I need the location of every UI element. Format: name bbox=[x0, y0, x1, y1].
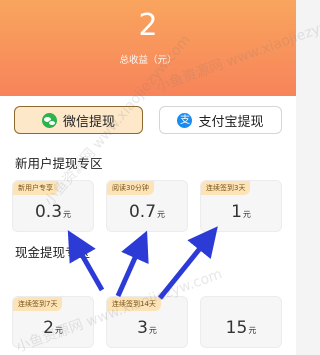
withdraw-option-card[interactable]: 新用户专享 0.3元 bbox=[12, 180, 94, 232]
withdraw-option-card[interactable]: 15元 bbox=[200, 296, 282, 348]
withdraw-amount: 0.3元 bbox=[34, 202, 72, 222]
withdraw-amount: 3元 bbox=[137, 318, 157, 338]
wechat-icon bbox=[41, 112, 57, 128]
withdraw-option-card[interactable]: 连续签到7天 2元 bbox=[12, 296, 94, 348]
tab-alipay-withdraw[interactable]: 支 支付宝提现 bbox=[159, 106, 282, 134]
total-earnings-value: 2 bbox=[138, 8, 158, 43]
earnings-header: 2 总收益（元） bbox=[0, 0, 296, 96]
withdraw-option-card[interactable]: 阅读30分钟 0.7元 bbox=[106, 180, 188, 232]
cash-section-title: 现金提现专区 bbox=[15, 245, 91, 260]
tab-wechat-withdraw[interactable]: 微信提现 bbox=[14, 106, 143, 134]
withdraw-option-card[interactable]: 连续签到14天 3元 bbox=[106, 296, 188, 348]
condition-badge: 连续签到14天 bbox=[107, 297, 161, 311]
tab-alipay-label: 支付宝提现 bbox=[198, 114, 264, 130]
withdraw-option-card[interactable]: 连续签到3天 1元 bbox=[200, 180, 282, 232]
withdraw-panel: 微信提现 支 支付宝提现 新用户提现专区 新用户专享 0.3元 阅读30分钟 0… bbox=[0, 96, 296, 355]
condition-badge: 新用户专享 bbox=[13, 181, 58, 195]
withdraw-amount: 0.7元 bbox=[128, 202, 166, 222]
condition-badge: 连续签到7天 bbox=[13, 297, 63, 311]
withdraw-amount: 1元 bbox=[231, 202, 251, 222]
withdraw-amount: 2元 bbox=[43, 318, 63, 338]
total-earnings-caption: 总收益（元） bbox=[119, 55, 177, 66]
tab-wechat-label: 微信提现 bbox=[62, 114, 115, 130]
withdraw-amount: 15元 bbox=[225, 318, 257, 338]
condition-badge: 阅读30分钟 bbox=[107, 181, 154, 195]
condition-badge: 连续签到3天 bbox=[201, 181, 251, 195]
new-user-section-title: 新用户提现专区 bbox=[15, 156, 103, 171]
alipay-icon: 支 bbox=[177, 112, 193, 128]
